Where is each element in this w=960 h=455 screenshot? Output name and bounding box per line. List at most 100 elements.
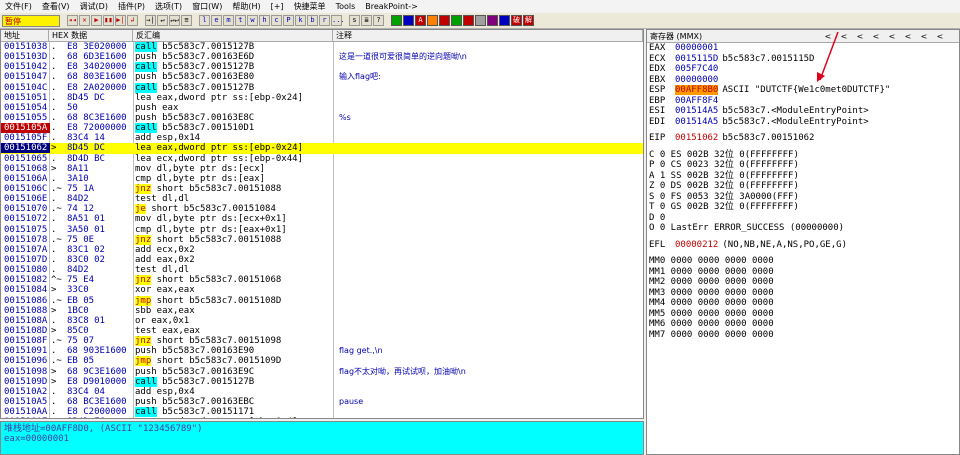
table-row[interactable]: 001510A5. 68 BC3E1600 push b5c583c7.00163E… bbox=[1, 397, 643, 407]
row-hex-bytes[interactable]: 68 903E1600 bbox=[67, 346, 131, 356]
register-value[interactable]: 00000212 bbox=[675, 240, 718, 250]
row-hex-bytes[interactable]: 68 6D3E1600 bbox=[67, 52, 131, 62]
row-disassembly[interactable]: lea eax,dword ptr ss:[ebp-0x24] bbox=[135, 93, 331, 103]
row-disassembly[interactable]: xor eax,eax bbox=[135, 285, 331, 295]
toolbar-button-18[interactable]: k bbox=[295, 15, 306, 26]
mmx-register-row[interactable]: MM6 0000 0000 0000 0000 bbox=[647, 319, 959, 330]
row-hex-bytes[interactable]: 83C0 02 bbox=[67, 255, 131, 265]
register-nav-arrow-3[interactable]: < bbox=[868, 32, 884, 41]
table-row[interactable]: 00151096 .~ EB 05 jmp short b5c583c7.001510… bbox=[1, 356, 643, 367]
flag-row[interactable]: D 0 bbox=[647, 213, 959, 224]
row-disassembly[interactable]: call b5c583c7.0015127B bbox=[135, 42, 331, 52]
plugin-button-7[interactable] bbox=[475, 15, 486, 26]
row-comment[interactable]: pause bbox=[339, 397, 639, 407]
row-hex-bytes[interactable]: 75 0E bbox=[67, 235, 131, 245]
row-hex-bytes[interactable]: 33C0 bbox=[67, 285, 131, 295]
table-row[interactable]: 00151084 >33C0 xor eax,eax bbox=[1, 285, 643, 295]
flag-row[interactable]: S 0 FS 0053 32位 3A0000(FFF) bbox=[647, 192, 959, 203]
row-address[interactable]: 00151084 bbox=[1, 285, 50, 295]
menu-item-2[interactable]: 调试(D) bbox=[75, 1, 113, 12]
register-nav-arrow-6[interactable]: < bbox=[916, 32, 932, 41]
row-disassembly[interactable]: jnz short b5c583c7.00151088 bbox=[135, 234, 331, 245]
row-hex-bytes[interactable]: E8 2A020000 bbox=[67, 83, 131, 93]
row-hex-bytes[interactable]: 83C8 01 bbox=[67, 316, 131, 326]
register-nav-arrow-2[interactable]: < bbox=[852, 32, 868, 41]
mmx-register-row[interactable]: MM1 0000 0000 0000 0000 bbox=[647, 267, 959, 278]
plugin-button-10[interactable]: 破 bbox=[511, 15, 522, 26]
row-disassembly[interactable]: jnz short b5c583c7.00151088 bbox=[135, 183, 331, 194]
register-edi[interactable]: EDI 001514A5 b5c583c7.<ModuleEntryPoint> bbox=[647, 117, 959, 128]
register-nav-arrow-5[interactable]: < bbox=[900, 32, 916, 41]
mmx-register-row[interactable]: MM0 0000 0000 0000 0000 bbox=[647, 256, 959, 267]
toolbar-button-23[interactable]: ≣ bbox=[361, 15, 372, 26]
mmx-register-row[interactable]: MM4 0000 0000 0000 0000 bbox=[647, 298, 959, 309]
table-row[interactable]: 00151098 >68 9C3E1600 push b5c583c7.00163E… bbox=[1, 367, 643, 377]
menu-item-8[interactable]: 快捷菜单 bbox=[289, 1, 331, 12]
row-hex-bytes[interactable]: EB 05 bbox=[67, 356, 131, 366]
row-address[interactable]: 00151091 bbox=[1, 346, 50, 356]
plugin-button-4[interactable] bbox=[439, 15, 450, 26]
row-address[interactable]: 0015105F bbox=[1, 133, 50, 143]
table-row[interactable]: 0015105A. E8 72000000 call b5c583c7.001510… bbox=[1, 123, 643, 134]
register-nav-arrow-1[interactable]: < bbox=[836, 32, 852, 41]
row-address[interactable]: 00151042 bbox=[1, 62, 50, 72]
row-hex-bytes[interactable]: 68 BC3E1600 bbox=[67, 397, 131, 407]
register-value[interactable]: 005F7C40 bbox=[675, 64, 718, 74]
register-esi[interactable]: ESI 001514A5 b5c583c7.<ModuleEntryPoint> bbox=[647, 106, 959, 117]
row-disassembly[interactable]: add ecx,0x2 bbox=[135, 245, 331, 255]
table-row[interactable]: 00151091. 68 903E1600 push b5c583c7.00163E… bbox=[1, 346, 643, 356]
table-row[interactable]: 0015103D. 68 6D3E1600 push b5c583c7.00163E… bbox=[1, 52, 643, 62]
toolbar-button-9[interactable]: ≡ bbox=[181, 15, 192, 26]
row-disassembly[interactable]: jmp short b5c583c7.0015109D bbox=[135, 356, 331, 367]
menu-item-5[interactable]: 窗口(W) bbox=[187, 1, 227, 12]
row-address[interactable]: 0015106A bbox=[1, 174, 50, 184]
row-disassembly[interactable]: test dl,dl bbox=[135, 194, 331, 204]
table-row[interactable]: 0015107D. 83C0 02 add eax,0x2 bbox=[1, 255, 643, 265]
header-comment[interactable]: 注释 bbox=[333, 30, 643, 42]
plugin-button-6[interactable] bbox=[463, 15, 474, 26]
row-hex-bytes[interactable]: 3A50 01 bbox=[67, 225, 131, 235]
plugin-button-8[interactable] bbox=[487, 15, 498, 26]
flag-row[interactable]: Z 0 DS 002B 32位 0(FFFFFFFF) bbox=[647, 181, 959, 192]
row-address[interactable]: 001510AF bbox=[1, 417, 50, 418]
table-row[interactable]: 00151054. 50 push eax bbox=[1, 103, 643, 113]
table-row[interactable]: 00151082 ^~ 75 E4 jnz short b5c583c7.001510… bbox=[1, 275, 643, 286]
row-comment[interactable]: 输入flag吧: bbox=[339, 72, 639, 82]
row-disassembly[interactable]: push b5c583c7.00163EBC bbox=[135, 397, 331, 407]
flag-row[interactable]: O 0 LastErr ERROR_SUCCESS (00000000) bbox=[647, 223, 959, 234]
register-value[interactable]: 001514A5 bbox=[675, 106, 718, 116]
plugin-button-9[interactable] bbox=[499, 15, 510, 26]
menu-item-6[interactable]: 帮助(H) bbox=[227, 1, 265, 12]
row-address[interactable]: 00151068 bbox=[1, 164, 50, 174]
table-row[interactable]: 0015106C .~ 75 1A jnz short b5c583c7.001510… bbox=[1, 183, 643, 194]
header-hex[interactable]: HEX 数据 bbox=[49, 30, 133, 42]
table-row[interactable]: 0015105F. 83C4 14 add esp,0x14 bbox=[1, 133, 643, 143]
plugin-button-3[interactable] bbox=[427, 15, 438, 26]
row-hex-bytes[interactable]: 84D2 bbox=[67, 194, 131, 204]
row-disassembly[interactable]: push b5c583c7.00163E90 bbox=[135, 346, 331, 356]
row-address[interactable]: 00151086 bbox=[1, 296, 50, 306]
row-address[interactable]: 0015103D bbox=[1, 52, 50, 62]
table-row[interactable]: 00151078 .~ 75 0E jnz short b5c583c7.001510… bbox=[1, 234, 643, 245]
table-row[interactable]: 00151055. 68 8C3E1600 push b5c583c7.00163E… bbox=[1, 113, 643, 123]
mmx-register-row[interactable]: MM2 0000 0000 0000 0000 bbox=[647, 277, 959, 288]
row-disassembly[interactable]: test eax,eax bbox=[135, 326, 331, 336]
row-hex-bytes[interactable]: EB 05 bbox=[67, 296, 131, 306]
row-comment[interactable]: 这是一道很可爱很简单的逆向题呦\n bbox=[339, 52, 639, 62]
register-esp[interactable]: ESP 00AFF8B0 ASCII "DUTCTF{We1c0met0DUTCTF… bbox=[647, 85, 959, 96]
row-disassembly[interactable]: jmp short b5c583c7.0015108D bbox=[135, 295, 331, 306]
row-hex-bytes[interactable]: E8 72000000 bbox=[67, 123, 131, 133]
table-row[interactable]: 00151051. 8D45 DC lea eax,dword ptr ss:[eb… bbox=[1, 93, 643, 103]
row-comment[interactable]: %s bbox=[339, 113, 639, 123]
table-row[interactable]: 001510A2. 83C4 04 add esp,0x4 bbox=[1, 387, 643, 397]
row-hex-bytes[interactable]: 75 07 bbox=[67, 336, 131, 346]
row-hex-bytes[interactable]: 8A51 01 bbox=[67, 214, 131, 224]
mmx-register-row[interactable]: MM5 0000 0000 0000 0000 bbox=[647, 309, 959, 320]
row-disassembly[interactable]: cmp dl,byte ptr ds:[eax] bbox=[135, 174, 331, 184]
table-row[interactable]: 0015107A. 83C1 02 add ecx,0x2 bbox=[1, 245, 643, 255]
toolbar-button-10[interactable]: l bbox=[199, 15, 210, 26]
row-disassembly[interactable]: test dl,dl bbox=[135, 265, 331, 275]
toolbar-button-12[interactable]: m bbox=[223, 15, 234, 26]
menu-item-3[interactable]: 插件(P) bbox=[113, 1, 150, 12]
table-row[interactable]: 001510AF.8B4D FC mov ecx,dword ptr ss:[eb… bbox=[1, 417, 643, 418]
